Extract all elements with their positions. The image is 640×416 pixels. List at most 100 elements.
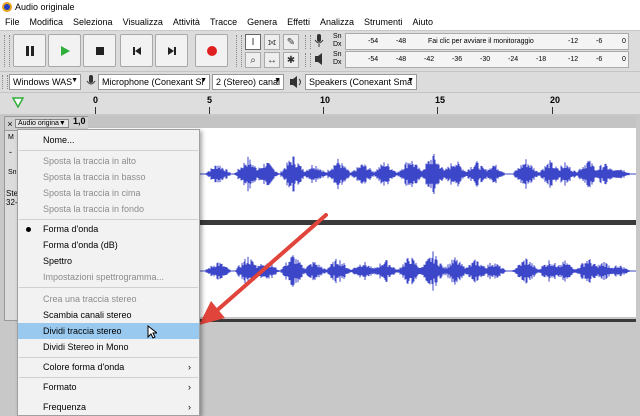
recording-device-select[interactable]: Microphone (Conexant Sr ▼ xyxy=(98,74,210,90)
menu-modifica[interactable]: Modifica xyxy=(25,17,69,27)
playback-meter-channel-label: Sn Dx xyxy=(333,51,342,66)
context-menu-item[interactable]: Dividi traccia stereo xyxy=(18,323,199,339)
track-context-menu: Nome... Sposta la traccia in alto Sposta l… xyxy=(17,129,200,416)
meter-tick: -18 xyxy=(536,56,547,63)
playback-device-select[interactable]: Speakers (Conexant Sma ▼ xyxy=(305,74,417,90)
timeline-tick-label: 15 xyxy=(435,95,446,105)
menu-separator xyxy=(19,219,198,220)
meter-tick: -12 xyxy=(568,38,579,45)
chevron-down-icon: ▼ xyxy=(200,77,207,84)
pinned-head-icon[interactable] xyxy=(12,97,24,108)
menu-tracce[interactable]: Tracce xyxy=(205,17,242,27)
menu-strumenti[interactable]: Strumenti xyxy=(359,17,408,27)
timeline-tick-label: 20 xyxy=(550,95,561,105)
toolbar-grip[interactable] xyxy=(4,35,10,67)
playback-meter[interactable]: -54 -48 -42 -36 -30 -24 -18 -12 -6 0 xyxy=(345,51,629,68)
context-menu-item[interactable]: Nome... xyxy=(18,132,199,148)
microphone-icon xyxy=(314,34,324,47)
gain-readout: 1,0 xyxy=(73,116,86,126)
menu-visualizza[interactable]: Visualizza xyxy=(118,17,168,27)
context-menu-item-label: Crea una traccia stereo xyxy=(43,294,137,304)
draw-tool-icon[interactable]: ✎ xyxy=(283,34,299,50)
recording-device-value: Microphone (Conexant Sr xyxy=(102,77,205,87)
speaker-icon xyxy=(315,53,322,65)
speaker-icon xyxy=(290,76,301,88)
multi-tool-icon[interactable]: ✱ xyxy=(283,52,299,68)
meter-tick: -24 xyxy=(508,56,519,63)
context-menu-item[interactable]: Colore forma d'onda › xyxy=(18,359,199,375)
stop-button[interactable] xyxy=(83,34,116,67)
context-menu-item[interactable]: Forma d'onda (dB) xyxy=(18,237,199,253)
play-icon xyxy=(60,45,70,56)
context-menu-item: Sposta la traccia in alto xyxy=(18,153,199,169)
context-menu-item[interactable]: Frequenza › xyxy=(18,399,199,415)
context-menu-item-label: Sposta la traccia in basso xyxy=(43,172,146,182)
pause-button[interactable] xyxy=(13,34,46,67)
mute-button[interactable]: M xyxy=(8,134,14,141)
context-menu-item[interactable]: Dividi Stereo in Mono xyxy=(18,339,199,355)
audio-host-select[interactable]: Windows WAS ▼ xyxy=(9,74,81,90)
menu-analizza[interactable]: Analizza xyxy=(315,17,359,27)
meter-tick: -12 xyxy=(568,56,579,63)
menu-attivita[interactable]: Attività xyxy=(168,17,205,27)
record-meter-prompt: Fai clic per avviare il monitoraggio xyxy=(428,38,534,45)
envelope-tool-icon[interactable]: ⟗ xyxy=(264,34,280,50)
context-menu-item-label: Scambia canali stereo xyxy=(43,310,132,320)
timeshift-tool-icon[interactable]: ↔ xyxy=(264,52,280,68)
context-menu-item[interactable]: Forma d'onda xyxy=(18,221,199,237)
menu-aiuto[interactable]: Aiuto xyxy=(408,17,439,27)
context-menu-item[interactable]: Formato › xyxy=(18,379,199,395)
close-track-icon[interactable]: × xyxy=(5,119,15,129)
toolbar-grip[interactable] xyxy=(236,35,242,67)
skip-to-start-button[interactable] xyxy=(120,34,153,67)
context-menu-item-label: Impostazioni spettrogramma... xyxy=(43,272,165,282)
timeline-ruler[interactable]: 0 5 10 15 20 xyxy=(90,93,640,115)
chevron-right-icon: › xyxy=(188,402,191,412)
menu-effetti[interactable]: Effetti xyxy=(282,17,315,27)
chevron-down-icon: ▼ xyxy=(71,77,78,84)
context-menu-item-label: Nome... xyxy=(43,135,75,145)
meter-tick: -6 xyxy=(596,56,603,63)
context-menu-item-label: Frequenza xyxy=(43,402,87,412)
menu-file[interactable]: File xyxy=(0,17,25,27)
context-menu-item-label: Colore forma d'onda xyxy=(43,362,125,372)
toolbar-grip[interactable] xyxy=(305,35,311,49)
record-meter[interactable]: -54 -48 Fai clic per avviare il monitora… xyxy=(345,33,629,50)
menu-separator xyxy=(19,150,198,151)
menu-seleziona[interactable]: Seleziona xyxy=(68,17,118,27)
context-menu-item: Sposta la traccia in cima xyxy=(18,185,199,201)
track-scale-label: Sn xyxy=(8,169,17,176)
recording-channels-select[interactable]: 2 (Stereo) canal ▼ xyxy=(212,74,284,90)
play-button[interactable] xyxy=(48,34,81,67)
menu-genera[interactable]: Genera xyxy=(242,17,282,27)
zoom-tool-icon[interactable]: ⌕ xyxy=(245,52,261,68)
meter-tick: 0 xyxy=(622,56,626,63)
menu-separator xyxy=(19,377,198,378)
context-menu-item-label: Dividi Stereo in Mono xyxy=(43,342,129,352)
track-name: Audio origina xyxy=(18,120,59,127)
toolbar-grip[interactable] xyxy=(305,53,311,67)
timeline[interactable]: 0 5 10 15 20 xyxy=(0,92,640,115)
context-menu-item-label: Sposta la traccia in cima xyxy=(43,188,141,198)
meter-tick: -30 xyxy=(480,56,491,63)
context-menu-item[interactable]: Spettro xyxy=(18,253,199,269)
meter-tick: -42 xyxy=(424,56,435,63)
audacity-logo-icon xyxy=(2,2,12,12)
stop-icon xyxy=(95,46,104,55)
clip-header[interactable] xyxy=(88,116,636,128)
track-name-button[interactable]: Audio origina▼ xyxy=(15,119,69,128)
meter-tick: -36 xyxy=(452,56,463,63)
menu-separator xyxy=(19,357,198,358)
microphone-icon xyxy=(86,75,96,85)
track-info-line: 32- xyxy=(6,198,18,207)
selection-tool-icon[interactable]: I xyxy=(245,34,261,50)
meter-tick: -48 xyxy=(396,38,407,45)
record-meter-channel-label: Sn Dx xyxy=(333,33,342,48)
context-menu-item[interactable]: Scambia canali stereo xyxy=(18,307,199,323)
meter-tick: -54 xyxy=(368,38,379,45)
toolbar-grip[interactable] xyxy=(2,75,8,89)
context-menu-item: Crea una traccia stereo xyxy=(18,291,199,307)
record-button[interactable] xyxy=(195,34,228,67)
radio-checked-icon xyxy=(26,227,31,232)
skip-to-end-button[interactable] xyxy=(155,34,188,67)
